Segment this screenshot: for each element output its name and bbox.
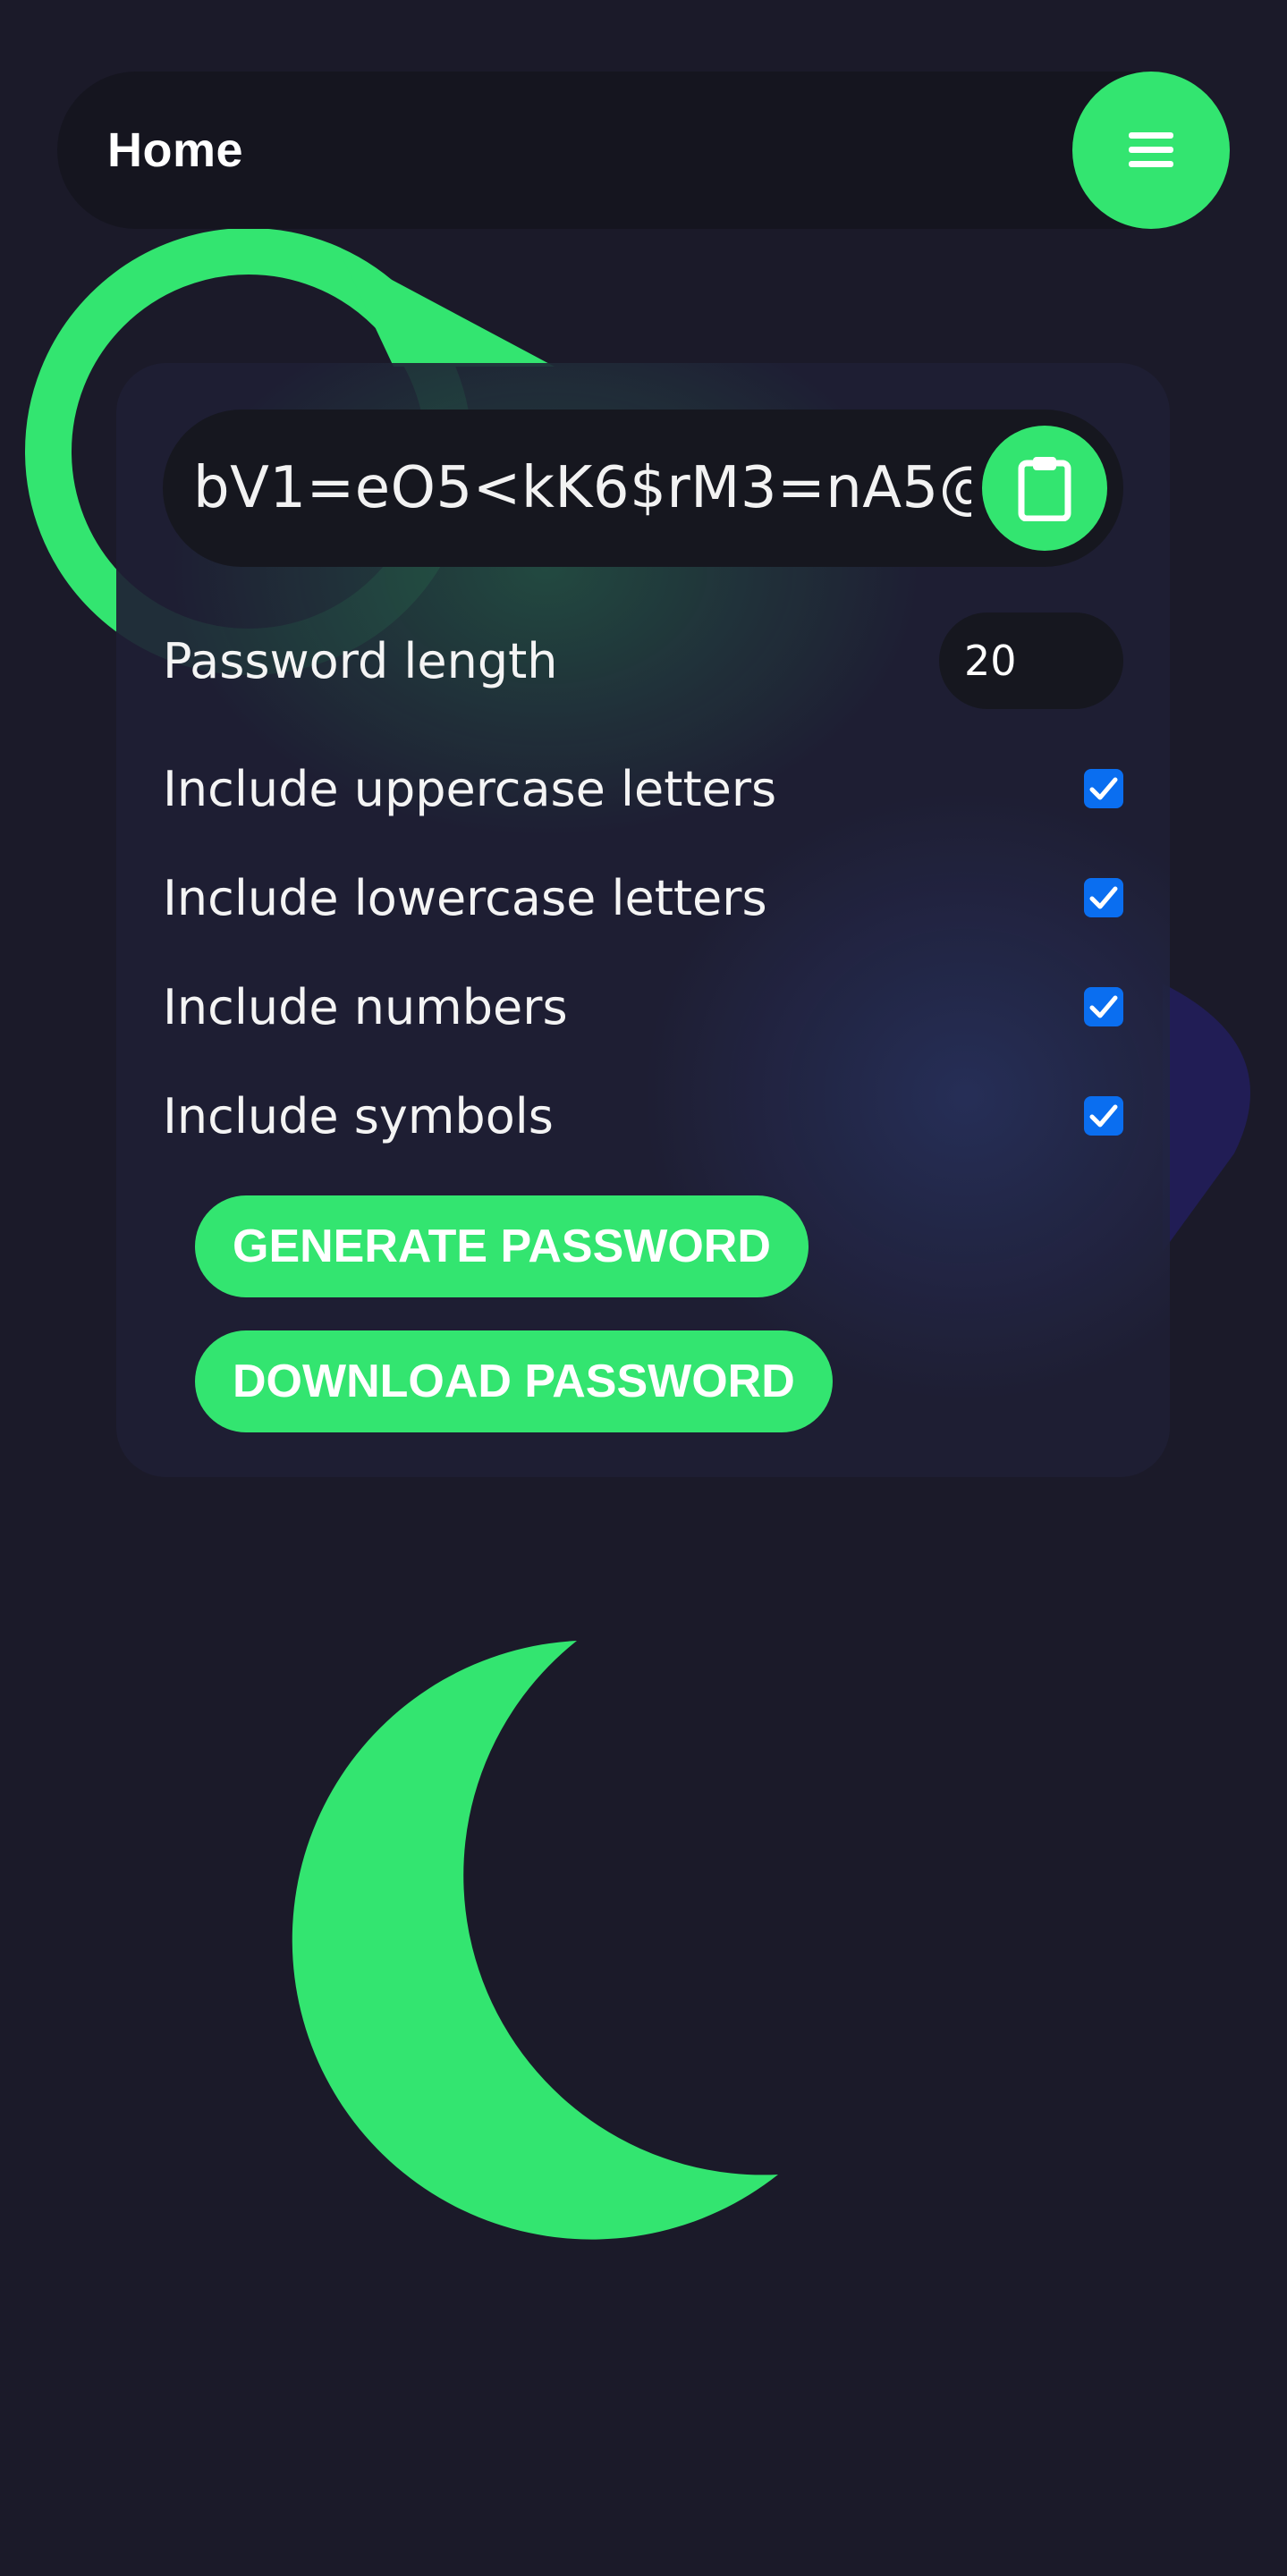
menu-button[interactable] (1072, 72, 1230, 229)
hamburger-icon (1129, 132, 1173, 167)
length-label: Password length (163, 632, 558, 689)
generate-password-button[interactable]: GENERATE PASSWORD (195, 1195, 809, 1297)
uppercase-row: Include uppercase letters (163, 748, 1123, 829)
numbers-checkbox[interactable] (1084, 987, 1123, 1026)
numbers-row: Include numbers (163, 967, 1123, 1047)
navbar: Home (57, 72, 1230, 229)
copy-password-button[interactable] (982, 426, 1107, 551)
checkmark-icon (1089, 777, 1118, 800)
lock-wedge-shape (340, 252, 555, 367)
checkmark-icon (1089, 995, 1118, 1018)
uppercase-label: Include uppercase letters (163, 760, 777, 817)
symbols-row: Include symbols (163, 1076, 1123, 1156)
purple-blob-shape (1163, 984, 1250, 1252)
symbols-checkbox[interactable] (1084, 1096, 1123, 1136)
brand-title[interactable]: Home (107, 122, 243, 178)
checkmark-icon (1089, 886, 1118, 909)
length-row: Password length (163, 612, 1123, 709)
numbers-label: Include numbers (163, 978, 568, 1035)
password-length-input[interactable] (939, 612, 1123, 709)
checkmark-icon (1089, 1104, 1118, 1128)
uppercase-checkbox[interactable] (1084, 769, 1123, 808)
password-output-text[interactable]: bV1=eO5<kK6$rM3=nA5@ (193, 455, 971, 521)
lowercase-checkbox[interactable] (1084, 878, 1123, 917)
crescent-moon-shape (292, 1641, 778, 2240)
password-output-field[interactable]: bV1=eO5<kK6$rM3=nA5@ (163, 410, 1123, 567)
lowercase-row: Include lowercase letters (163, 857, 1123, 938)
download-password-button[interactable]: DOWNLOAD PASSWORD (195, 1330, 833, 1432)
symbols-label: Include symbols (163, 1087, 554, 1144)
password-generator-card: bV1=eO5<kK6$rM3=nA5@ Password length Inc… (116, 363, 1170, 1477)
clipboard-icon (1018, 457, 1071, 521)
lowercase-label: Include lowercase letters (163, 869, 767, 926)
